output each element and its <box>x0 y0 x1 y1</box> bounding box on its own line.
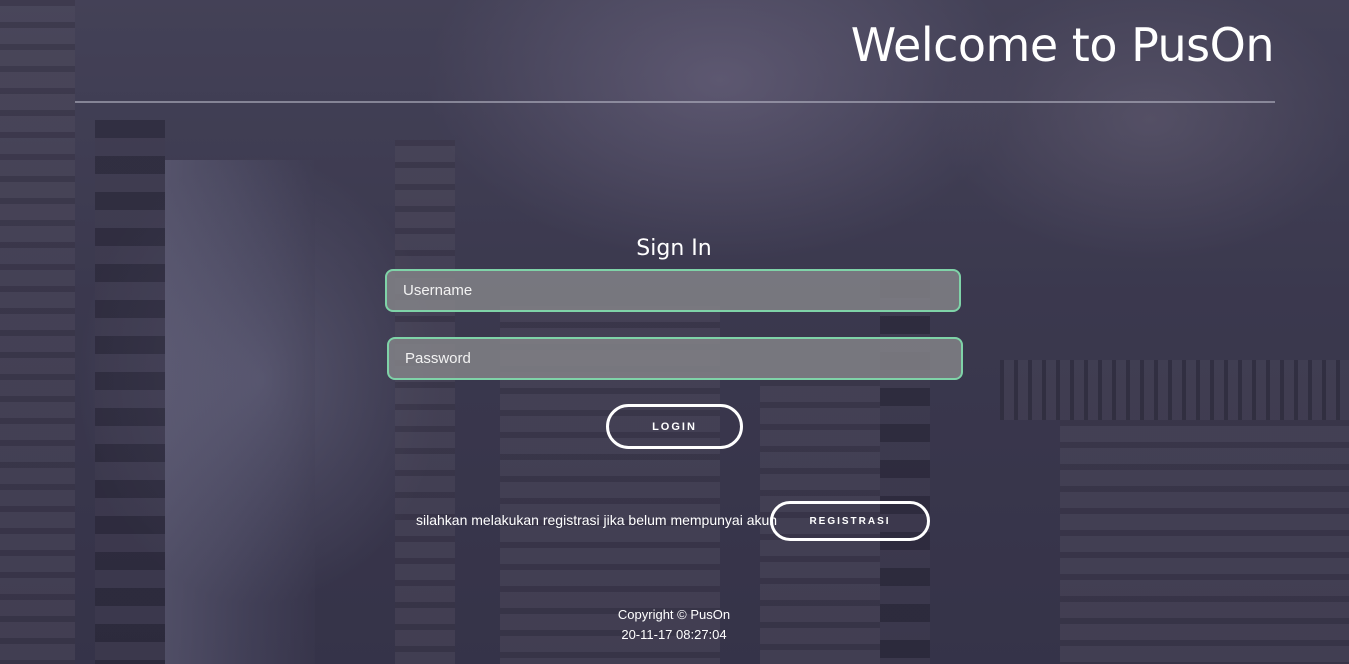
login-page: Welcome to PusOn Sign In LOGIN silahkan … <box>0 0 1349 664</box>
password-input[interactable] <box>387 337 963 380</box>
page-title: Welcome to PusOn <box>850 18 1275 72</box>
username-input[interactable] <box>385 269 961 312</box>
footer: Copyright © PusOn 20-11-17 08:27:04 <box>574 605 774 645</box>
registration-prompt: silahkan melakukan registrasi jika belum… <box>416 512 778 528</box>
login-button[interactable]: LOGIN <box>606 404 743 449</box>
signin-title: Sign In <box>636 236 712 261</box>
timestamp-text: 20-11-17 08:27:04 <box>621 627 727 642</box>
copyright-text: Copyright © PusOn <box>617 607 731 622</box>
register-button[interactable]: REGISTRASI <box>770 501 930 541</box>
header-divider <box>75 101 1275 103</box>
